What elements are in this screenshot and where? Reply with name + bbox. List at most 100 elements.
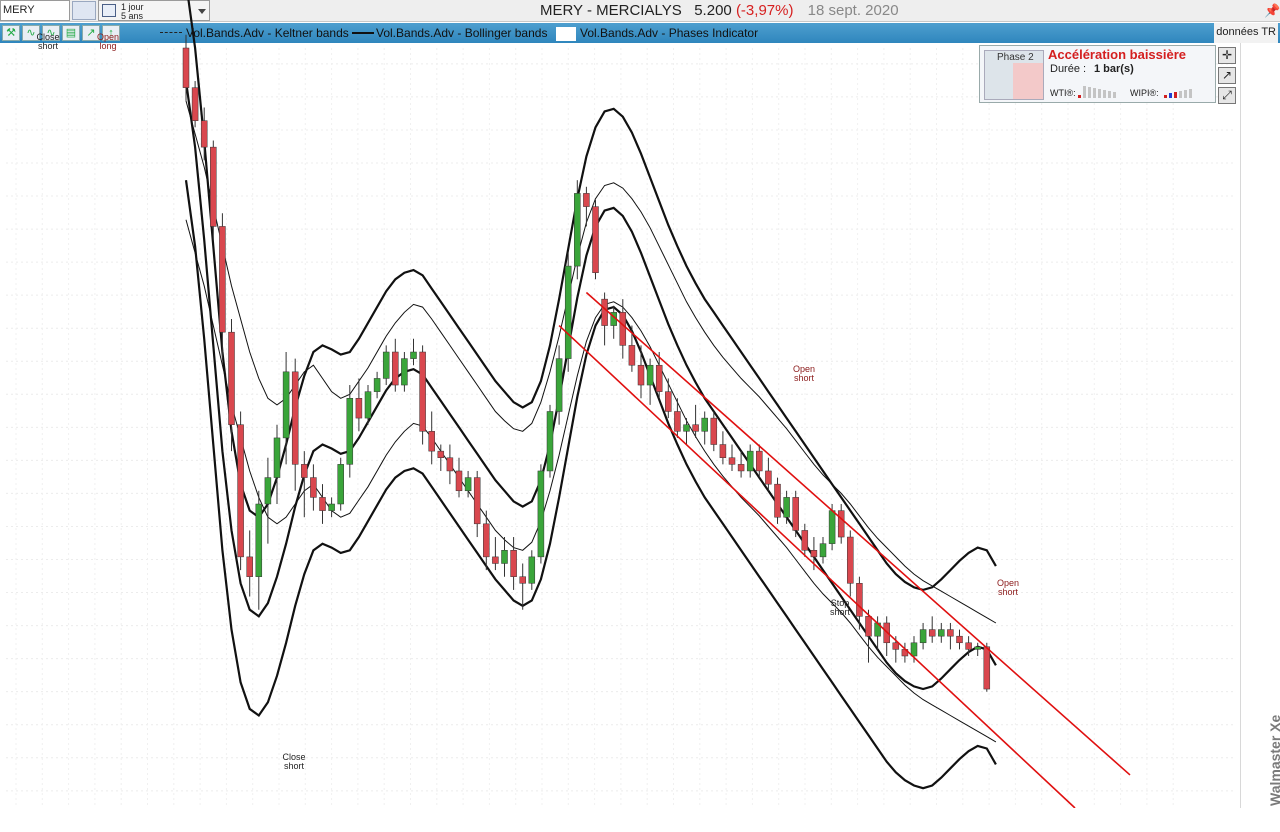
candle-body (801, 530, 809, 551)
wti-label: WTI®: (1050, 88, 1076, 98)
candle-body (947, 629, 954, 637)
candle-body (446, 457, 454, 472)
signal-sub-label: short (794, 373, 815, 383)
wipi-label: WIPI®: (1130, 88, 1159, 98)
candle-body (783, 497, 790, 518)
candle-body (692, 424, 699, 432)
candle-body (956, 635, 963, 644)
candle-body (810, 550, 818, 558)
candle-body (519, 576, 526, 584)
bollinger-lower-line (184, 180, 997, 790)
candle-body (765, 470, 772, 485)
candle-body (237, 424, 244, 558)
candle-body (619, 312, 627, 346)
candle-body (219, 226, 226, 333)
candle-body (828, 510, 836, 544)
candle-body (428, 431, 435, 452)
candle-body (756, 450, 763, 472)
candle-body (974, 646, 981, 650)
candle-body (401, 358, 408, 386)
signal-sub-label: short (284, 761, 305, 771)
candle-body (592, 206, 599, 273)
candle-body (983, 646, 991, 690)
candle-body (373, 378, 381, 392)
x-axis (0, 808, 1240, 832)
candle-body (628, 345, 636, 366)
signal-sub-label: short (38, 41, 59, 51)
candle-body (737, 464, 745, 472)
candle-body (728, 457, 736, 465)
candle-body (392, 351, 399, 386)
candle-body (819, 543, 827, 558)
phase-duration-label: Durée : (1050, 63, 1087, 75)
zoom-icon[interactable]: ⤢ (1218, 87, 1236, 104)
trend-icon[interactable]: ↗ (1218, 67, 1236, 84)
candle-body (665, 391, 672, 412)
candle-body (910, 642, 918, 657)
candle-body (210, 146, 217, 227)
candle-body (346, 398, 354, 465)
candle-body (792, 497, 799, 531)
phase-thumbnail: Phase 2 (984, 50, 1044, 100)
candle-body (437, 450, 445, 458)
candle-body (264, 477, 272, 505)
candle-body (555, 358, 563, 412)
candle-body (856, 583, 863, 617)
candle-body (837, 510, 845, 538)
candle-body (892, 642, 900, 650)
wipi-meter (1164, 86, 1222, 98)
candle-body (337, 464, 344, 505)
candle-body (310, 477, 317, 498)
candle-body (701, 417, 708, 432)
candle-body (637, 364, 645, 386)
candle-body (382, 351, 390, 379)
candle-body (410, 351, 417, 359)
candle-body (546, 411, 554, 472)
bollinger-middle-line (184, 80, 997, 691)
candle-body (483, 523, 490, 558)
candle-body (501, 550, 508, 564)
candle-body (537, 470, 545, 558)
channel-upper-line (585, 291, 1131, 776)
phase-panel: Phase 2 Accélération baissière Durée : 1… (979, 45, 1216, 103)
candle-body (364, 391, 372, 419)
channel-lower-line (558, 324, 1076, 809)
candle-body (564, 265, 572, 359)
candle-body (774, 483, 781, 518)
candle-body (464, 477, 472, 492)
candle-body (965, 642, 972, 650)
candle-body (455, 470, 463, 492)
candle-body (273, 437, 281, 478)
candle-body (683, 424, 690, 432)
candle-body (228, 331, 235, 425)
candle-body (301, 464, 308, 478)
candle-body (928, 629, 936, 637)
price-chart: CloseshortOpenlongCloseshortOpenshortSto… (6, 0, 1280, 825)
candle-body (674, 411, 681, 432)
branding: Walmaster Xe (1261, 700, 1280, 808)
candle-body (710, 417, 718, 445)
candle-body (746, 450, 754, 472)
signal-sub-label: short (830, 607, 851, 617)
candle-body (492, 556, 499, 564)
candle-body (291, 371, 299, 465)
candle-body (182, 47, 190, 88)
phase-thumb-label: Phase 2 (997, 52, 1034, 63)
candle-body (919, 629, 927, 644)
candle-body (655, 364, 663, 392)
candle-body (200, 120, 208, 148)
candle-body (473, 477, 481, 525)
branding-text: Walmaster Xe (1267, 714, 1280, 806)
signal-sub-label: long (99, 41, 116, 51)
candle-body (574, 193, 581, 267)
candle-body (646, 364, 654, 386)
candle-body (319, 497, 326, 511)
keltner-lower-line (185, 219, 997, 743)
move-icon[interactable]: ✛ (1218, 47, 1236, 64)
phase-duration-value: 1 bar(s) (1094, 63, 1134, 75)
candle-body (847, 536, 854, 584)
candle-body (355, 398, 363, 419)
phase-zone (1013, 63, 1043, 99)
signal-sub-label: short (998, 587, 1019, 597)
candle-body (282, 371, 290, 439)
